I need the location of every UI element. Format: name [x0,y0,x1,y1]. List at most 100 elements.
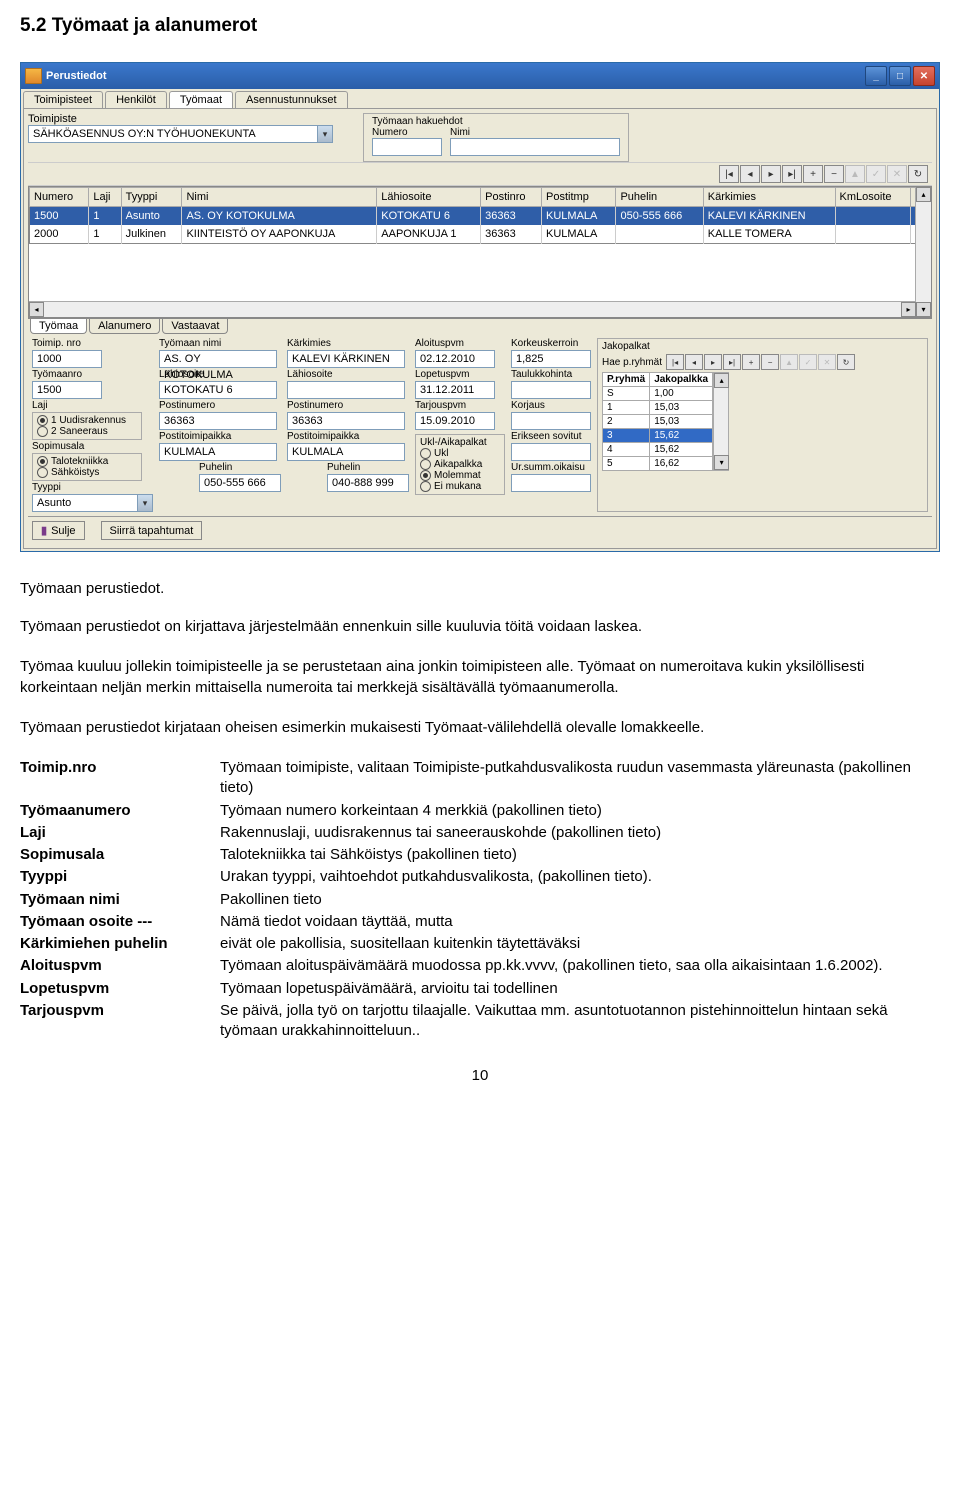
radio-eimukana[interactable]: Ei mukana [420,481,500,492]
erikseen-input[interactable] [511,443,591,461]
jnav-edit-icon[interactable]: ▲ [780,354,798,370]
jnav-first-icon[interactable]: |◂ [666,354,684,370]
tyyppi-dropdown[interactable]: Asunto [32,494,138,512]
siirra-button[interactable]: Siirrä tapahtumat [101,521,203,540]
tyomaanimi-input[interactable]: AS. OY KOTOKULMA [159,350,277,368]
dropdown-arrow-icon[interactable]: ▾ [318,125,333,143]
jscroll-up-icon[interactable]: ▴ [714,373,729,388]
radio-saneeraus[interactable]: 2 Saneeraus [37,426,137,437]
col-postinro[interactable]: Postinro [481,188,542,207]
lopetuspvm-input[interactable]: 31.12.2011 [415,381,495,399]
table-row[interactable]: 315,62 [603,429,713,443]
col-postitmp[interactable]: Postitmp [542,188,616,207]
nav-refresh-icon[interactable]: ↻ [908,165,928,183]
jako-vscroll[interactable]: ▴ ▾ [713,372,729,471]
nav-check-icon[interactable]: ✓ [866,165,886,183]
col-laji[interactable]: Laji [89,188,121,207]
nav-add-icon[interactable]: + [803,165,823,183]
jnav-del-icon[interactable]: − [761,354,779,370]
radio-ukl[interactable]: Ukl [420,448,500,459]
table-row[interactable]: 20001JulkinenKIINTEISTÖ OY AAPONKUJAAAPO… [30,225,931,244]
ursum-input[interactable] [511,474,591,492]
maximize-button[interactable]: □ [889,66,911,86]
postinumero-input[interactable]: 36363 [159,412,277,430]
nav-last-icon[interactable]: ▸| [782,165,802,183]
jnav-last-icon[interactable]: ▸| [723,354,741,370]
taulukkohinta-input[interactable] [511,381,591,399]
jcol-jakopalkka[interactable]: Jakopalkka [650,373,713,387]
col-numero[interactable]: Numero [30,188,89,207]
col-nimi[interactable]: Nimi [182,188,377,207]
perustiedot-window: Perustiedot _ □ ✕ Toimipisteet Henkilöt … [20,62,940,552]
aloituspvm-input[interactable]: 02.12.2010 [415,350,495,368]
jscroll-down-icon[interactable]: ▾ [714,455,729,470]
karkimies-input[interactable]: KALEVI KÄRKINEN [287,350,405,368]
haku-numero-input[interactable] [372,138,442,156]
table-row[interactable]: 15001AsuntoAS. OY KOTOKULMAKOTOKATU 6363… [30,207,931,226]
tab-tyomaat[interactable]: Työmaat [169,91,233,108]
tab-asennustunnukset[interactable]: Asennustunnukset [235,91,348,108]
lahiosoite-input[interactable]: KOTOKATU 6 [159,381,277,399]
nav-first-icon[interactable]: |◂ [719,165,739,183]
nav-edit-icon[interactable]: ▲ [845,165,865,183]
tyomaanro-input[interactable]: 1500 [32,381,102,399]
table-row[interactable]: 115,03 [603,401,713,415]
btab-tyomaa[interactable]: Työmaa [30,319,87,334]
scroll-right-icon[interactable]: ▸ [901,302,916,317]
table-row[interactable]: 215,03 [603,415,713,429]
jnav-refresh-icon[interactable]: ↻ [837,354,855,370]
tarjouspvm-input[interactable]: 15.09.2010 [415,412,495,430]
toimipnro-input[interactable]: 1000 [32,350,102,368]
col-puhelin[interactable]: Puhelin [616,188,703,207]
jakopalkat-table[interactable]: P.ryhmä Jakopalkka S1,00115,03215,03315,… [602,372,713,471]
km-lahiosoite-input[interactable] [287,381,405,399]
btab-vastaavat[interactable]: Vastaavat [162,319,228,334]
radio-uudisrakennus[interactable]: 1 Uudisrakennus [37,415,137,426]
tab-henkilot[interactable]: Henkilöt [105,91,167,108]
col-kmlosoite[interactable]: KmLosoite [835,188,910,207]
table-row[interactable]: 415,62 [603,443,713,457]
sopimusala-label: Sopimusala [32,441,153,452]
scroll-left-icon[interactable]: ◂ [29,302,44,317]
km-postinumero-input[interactable]: 36363 [287,412,405,430]
radio-aikapalkka[interactable]: Aikapalkka [420,459,500,470]
nav-prev-icon[interactable]: ◂ [740,165,760,183]
table-row[interactable]: 516,62 [603,457,713,471]
jcol-ryhma[interactable]: P.ryhmä [603,373,650,387]
radio-sahkoistys[interactable]: Sähköistys [37,467,137,478]
haku-nimi-input[interactable] [450,138,620,156]
korkeuskerroin-input[interactable]: 1,825 [511,350,591,368]
radio-molemmat[interactable]: Molemmat [420,470,500,481]
close-button[interactable]: ✕ [913,66,935,86]
jnav-cancel-icon[interactable]: ✕ [818,354,836,370]
table-row[interactable]: S1,00 [603,387,713,401]
postitoimipaikka-input[interactable]: KULMALA [159,443,277,461]
definition-term: Sopimusala [20,845,220,865]
km-postitoimipaikka-input[interactable]: KULMALA [287,443,405,461]
scroll-down-icon[interactable]: ▾ [916,302,931,317]
puhelin-input[interactable]: 050-555 666 [199,474,281,492]
col-karkimies[interactable]: Kärkimies [703,188,835,207]
minimize-button[interactable]: _ [865,66,887,86]
tyomaat-grid[interactable]: Numero Laji Tyyppi Nimi Lähiosoite Posti… [29,187,931,244]
col-tyyppi[interactable]: Tyyppi [121,188,182,207]
jnav-add-icon[interactable]: + [742,354,760,370]
nav-delete-icon[interactable]: − [824,165,844,183]
btab-alanumero[interactable]: Alanumero [89,319,160,334]
col-lahiosoite[interactable]: Lähiosoite [377,188,481,207]
jnav-next-icon[interactable]: ▸ [704,354,722,370]
jnav-ok-icon[interactable]: ✓ [799,354,817,370]
km-puhelin-input[interactable]: 040-888 999 [327,474,409,492]
jnav-prev-icon[interactable]: ◂ [685,354,703,370]
sulje-button[interactable]: ▮ Sulje [32,521,85,540]
tab-toimipisteet[interactable]: Toimipisteet [23,91,103,108]
grid-hscroll[interactable]: ◂ ▸ [29,301,916,317]
dropdown-arrow-icon[interactable]: ▾ [138,494,153,512]
nav-cancel-icon[interactable]: ✕ [887,165,907,183]
radio-talotekniikka[interactable]: Talotekniikka [37,456,137,467]
grid-vscroll[interactable]: ▴ ▾ [915,187,931,317]
korjaus-input[interactable] [511,412,591,430]
nav-next-icon[interactable]: ▸ [761,165,781,183]
toimipiste-dropdown[interactable]: SÄHKÖASENNUS OY:N TYÖHUONEKUNTA [28,125,318,143]
scroll-up-icon[interactable]: ▴ [916,187,931,202]
